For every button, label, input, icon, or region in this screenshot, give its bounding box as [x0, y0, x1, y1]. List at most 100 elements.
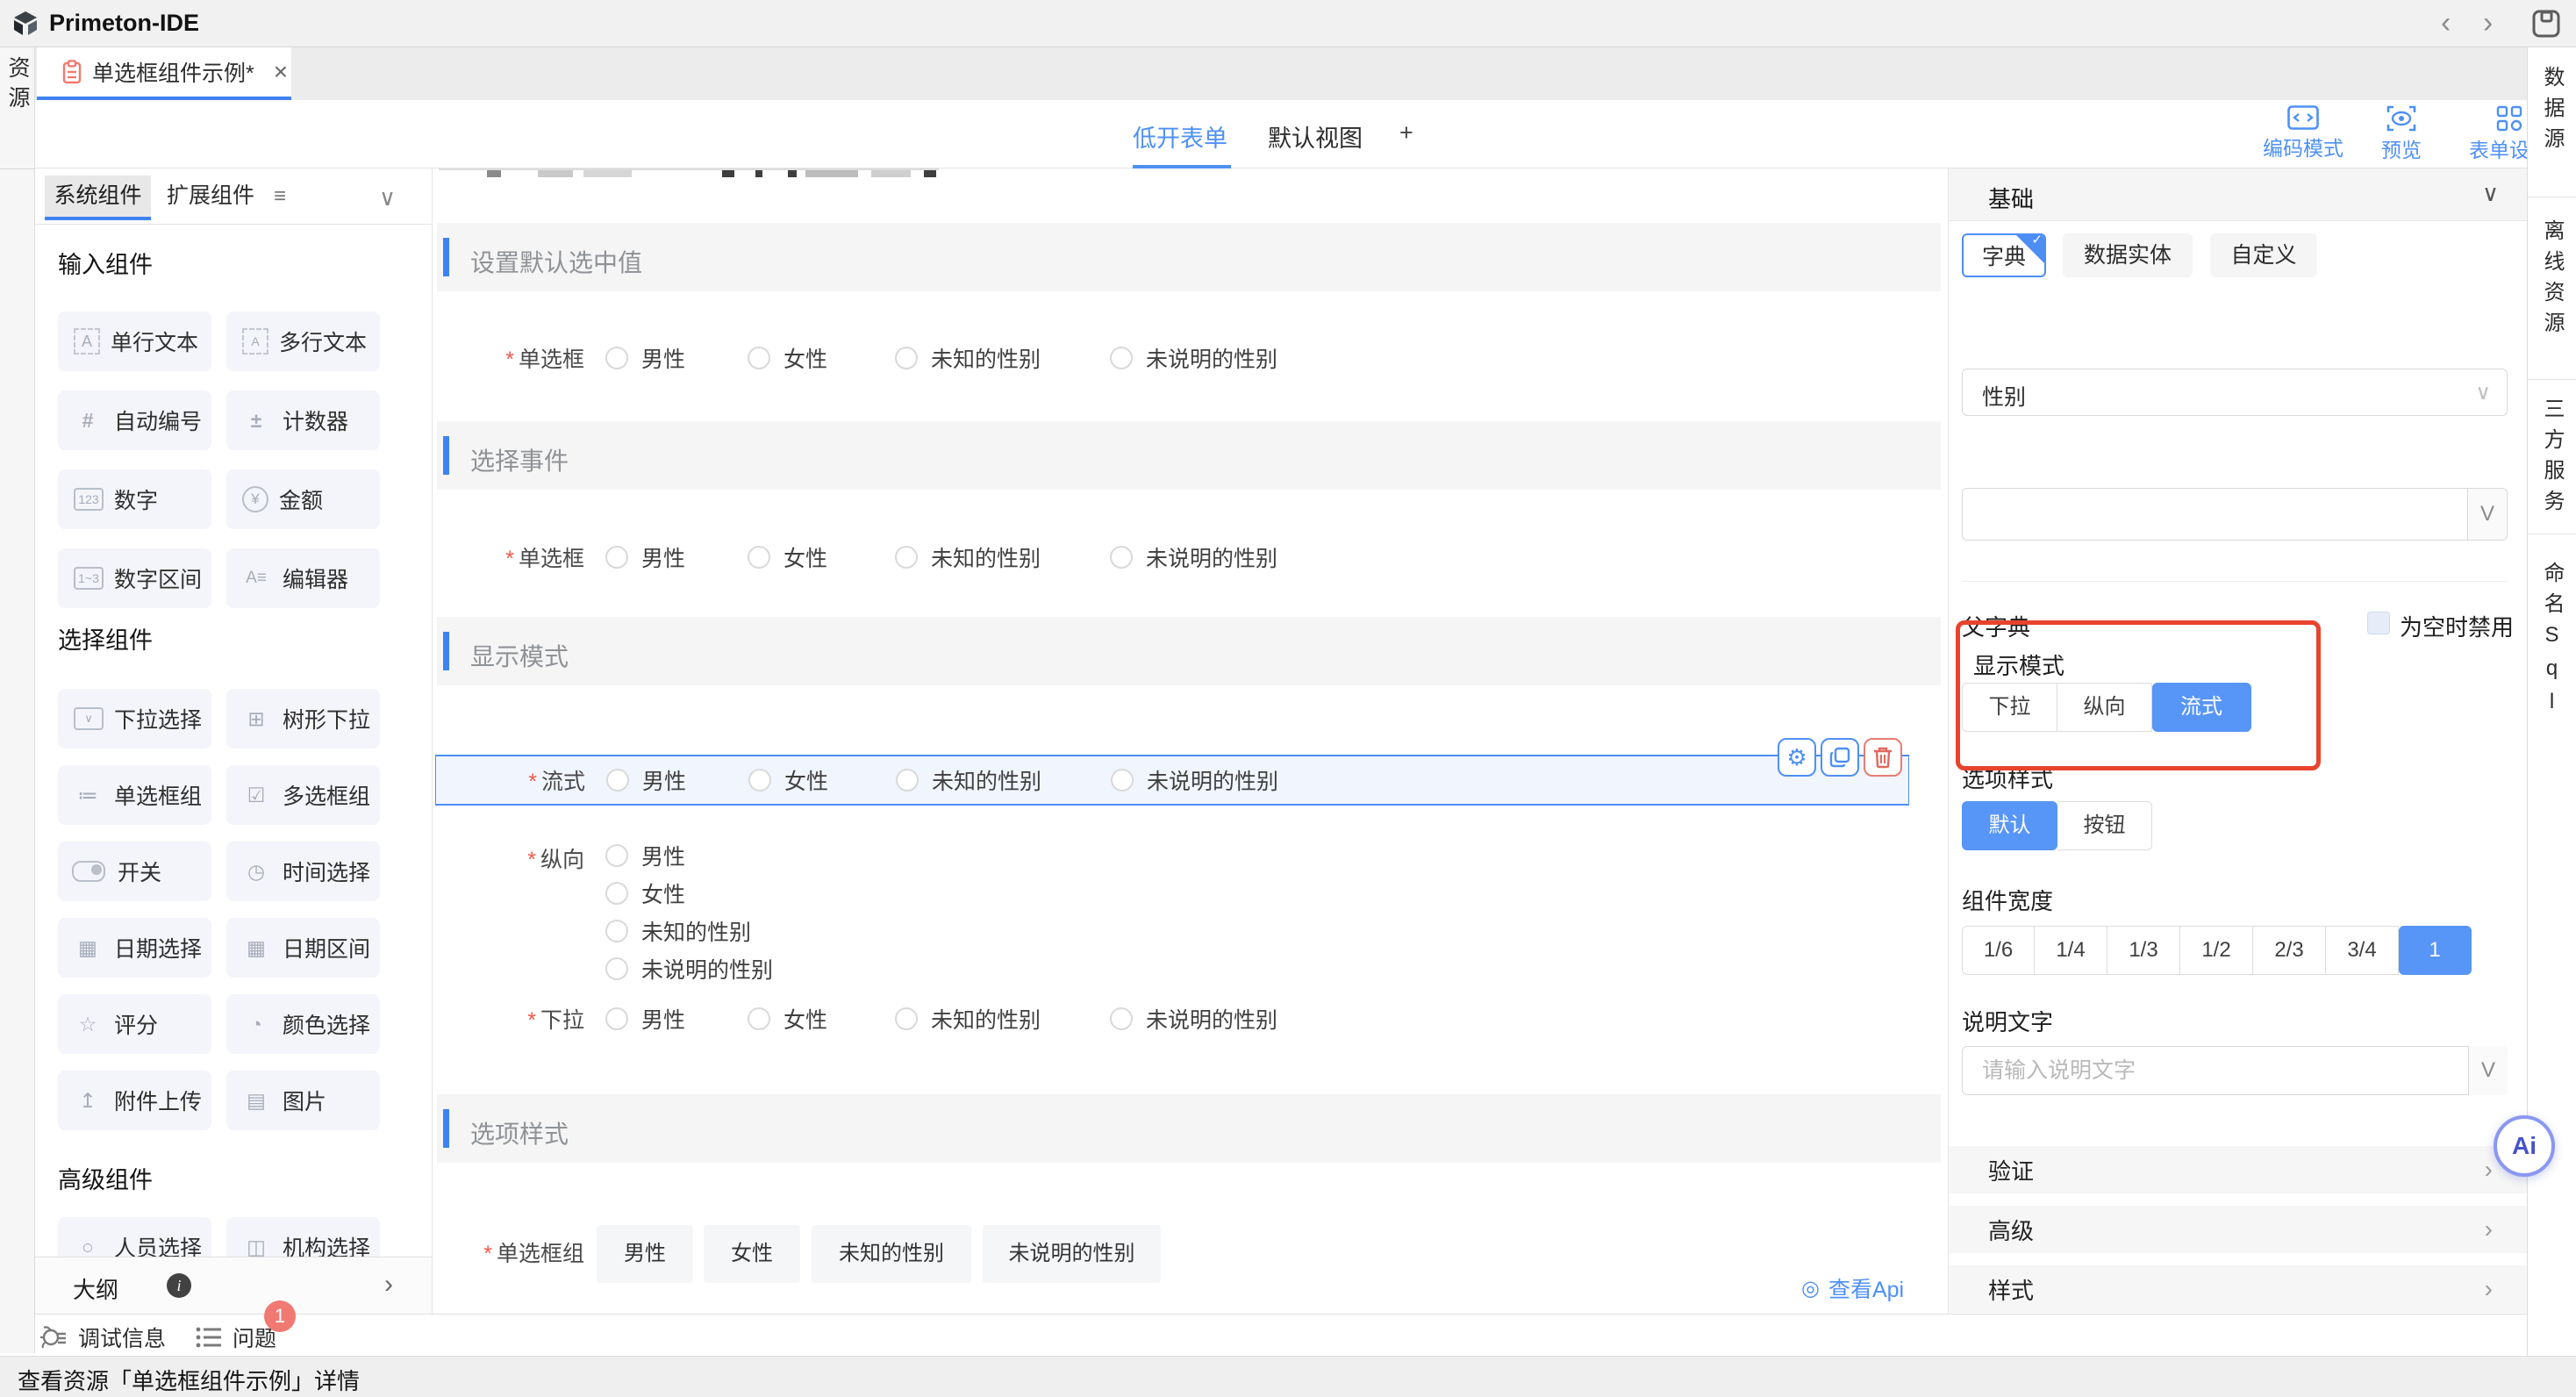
radio-icon[interactable]	[895, 347, 918, 369]
palette-tab-system[interactable]: 系统组件	[45, 176, 151, 217]
radio-option[interactable]: 女性	[748, 1003, 827, 1035]
parent-dict-input[interactable]: V	[1962, 488, 2508, 541]
ai-assistant-button[interactable]: Ai	[2494, 1115, 2555, 1177]
rail-item-thirdparty[interactable]: 三方服务	[2541, 398, 2562, 520]
radio-icon[interactable]	[605, 1007, 628, 1030]
component-delete-button[interactable]	[1864, 738, 1902, 777]
palette-item-date-range[interactable]: ▦日期区间	[226, 918, 380, 978]
chevron-down-icon[interactable]: ∨	[2482, 180, 2499, 207]
palette-item-date-picker[interactable]: ▦日期选择	[58, 918, 211, 978]
radio-icon[interactable]	[605, 844, 628, 867]
radio-option[interactable]: 男性	[605, 342, 685, 374]
radio-option[interactable]: 女性	[748, 764, 828, 796]
width-option[interactable]: 1/4	[2035, 926, 2107, 975]
palette-item-checkbox-group[interactable]: ☑多选框组	[226, 765, 380, 825]
radio-icon[interactable]	[895, 1007, 918, 1030]
radio-option[interactable]: 未知的性别	[895, 342, 1041, 374]
palette-item-counter[interactable]: ±计数器	[226, 390, 380, 450]
component-copy-button[interactable]	[1821, 738, 1859, 777]
inspector-header[interactable]: 基础 ∨	[1949, 168, 2527, 221]
radio-icon[interactable]	[748, 347, 770, 369]
radio-icon[interactable]	[605, 546, 628, 569]
option-button[interactable]: 未知的性别	[812, 1225, 971, 1283]
radio-option[interactable]: 未说明的性别	[605, 953, 773, 985]
view-tab-form[interactable]: 低开表单	[1133, 119, 1227, 154]
width-option[interactable]: 1/2	[2180, 926, 2253, 975]
palette-item-file-upload[interactable]: ↥附件上传	[58, 1071, 211, 1130]
radio-option[interactable]: 女性	[605, 878, 773, 909]
radio-option[interactable]: 男性	[605, 840, 773, 871]
width-option[interactable]: 1/3	[2107, 926, 2180, 975]
palette-item-org-picker[interactable]: ◫机构选择	[226, 1217, 380, 1257]
palette-collapse-chevron-icon[interactable]: ∨	[379, 184, 396, 211]
close-icon[interactable]: ×	[274, 58, 288, 86]
variable-suffix-button[interactable]: V	[2467, 489, 2507, 540]
radio-option[interactable]: 男性	[605, 1003, 685, 1035]
radio-icon[interactable]	[605, 957, 628, 980]
width-option[interactable]: 1/6	[1962, 926, 2035, 975]
palette-item-tree-dropdown[interactable]: ⊞树形下拉	[226, 689, 380, 749]
radio-icon[interactable]	[895, 546, 918, 569]
display-mode-option-flow[interactable]: 流式	[2152, 683, 2251, 732]
radio-option[interactable]: 未知的性别	[895, 541, 1041, 573]
debug-info-button[interactable]: 调试信息	[39, 1322, 166, 1353]
palette-item-currency[interactable]: ¥金额	[226, 469, 380, 529]
nav-forward-icon[interactable]: ›	[2483, 4, 2493, 42]
radio-icon[interactable]	[1110, 1007, 1133, 1030]
radio-option[interactable]: 男性	[606, 764, 686, 796]
palette-item-user-picker[interactable]: ○人员选择	[58, 1217, 211, 1257]
palette-item-number-range[interactable]: 1~3数字区间	[58, 548, 211, 608]
palette-item-single-text[interactable]: A单行文本	[58, 312, 211, 371]
save-icon[interactable]	[2530, 8, 2562, 39]
width-option[interactable]: 1	[2399, 926, 2472, 975]
palette-item-editor[interactable]: A≡编辑器	[226, 548, 380, 608]
width-option[interactable]: 3/4	[2326, 926, 2399, 975]
palette-item-multi-text[interactable]: A多行文本	[226, 312, 380, 371]
rail-item-offline[interactable]: 离线资源	[2541, 219, 2562, 342]
radio-option[interactable]: 未说明的性别	[1110, 342, 1277, 374]
radio-icon[interactable]	[605, 347, 628, 369]
palette-item-time-picker[interactable]: ◷时间选择	[226, 842, 380, 901]
display-mode-option-dropdown[interactable]: 下拉	[1962, 683, 2057, 732]
option-style-button[interactable]: 按钮	[2057, 801, 2152, 850]
radio-option[interactable]: 未说明的性别	[1110, 541, 1277, 573]
accordion-advanced[interactable]: 高级 ›	[1949, 1206, 2527, 1253]
palette-tab-extended[interactable]: 扩展组件	[167, 176, 254, 217]
radio-option[interactable]: 男性	[605, 541, 685, 573]
selected-component-row[interactable]: *流式 男性 女性 未知的性别 未说明的性别	[435, 755, 1909, 806]
accordion-validation[interactable]: 验证 ›	[1949, 1146, 2527, 1193]
radio-icon[interactable]	[605, 920, 628, 942]
view-api-link[interactable]: ◎ 查看Api	[1801, 1272, 1904, 1304]
accordion-style[interactable]: 样式 ›	[1949, 1265, 2527, 1313]
radio-option[interactable]: 女性	[748, 541, 827, 573]
hamburger-icon[interactable]: ≡	[274, 184, 286, 209]
radio-option[interactable]: 未知的性别	[896, 764, 1041, 796]
radio-option[interactable]: 未说明的性别	[1111, 764, 1278, 796]
palette-item-number[interactable]: 123数字	[58, 469, 211, 529]
nav-back-icon[interactable]: ‹	[2441, 4, 2451, 42]
palette-item-radio-group[interactable]: ≔单选框组	[58, 765, 211, 825]
width-option[interactable]: 2/3	[2253, 926, 2326, 975]
radio-icon[interactable]	[1110, 347, 1133, 369]
option-button[interactable]: 未说明的性别	[983, 1225, 1161, 1283]
radio-icon[interactable]	[605, 882, 628, 905]
radio-icon[interactable]	[748, 1007, 770, 1030]
option-button[interactable]: 男性	[597, 1225, 693, 1283]
source-tab-entity[interactable]: 数据实体	[2063, 233, 2193, 277]
radio-option[interactable]: 女性	[748, 342, 827, 374]
add-view-tab-button[interactable]: +	[1399, 119, 1413, 147]
palette-item-color-picker[interactable]: ◔颜色选择	[226, 994, 380, 1054]
view-tab-default[interactable]: 默认视图	[1268, 119, 1363, 154]
radio-icon[interactable]	[1110, 546, 1133, 569]
rail-item-datasource[interactable]: 数据源	[2541, 66, 2562, 158]
rail-item-resources[interactable]: 资源	[6, 56, 28, 116]
rail-item-namedsql[interactable]: 命名Sql	[2541, 562, 2562, 723]
radio-icon[interactable]	[748, 546, 770, 569]
radio-option[interactable]: 未说明的性别	[1110, 1003, 1277, 1035]
option-style-default[interactable]: 默认	[1962, 801, 2057, 850]
outline-bar[interactable]: 大纲 i ›	[35, 1257, 433, 1314]
radio-icon[interactable]	[748, 769, 771, 792]
component-settings-button[interactable]: ⚙	[1778, 738, 1816, 777]
source-tab-dict[interactable]: 字典 ✓	[1962, 233, 2046, 277]
disable-when-empty-checkbox[interactable]	[2367, 612, 2390, 634]
